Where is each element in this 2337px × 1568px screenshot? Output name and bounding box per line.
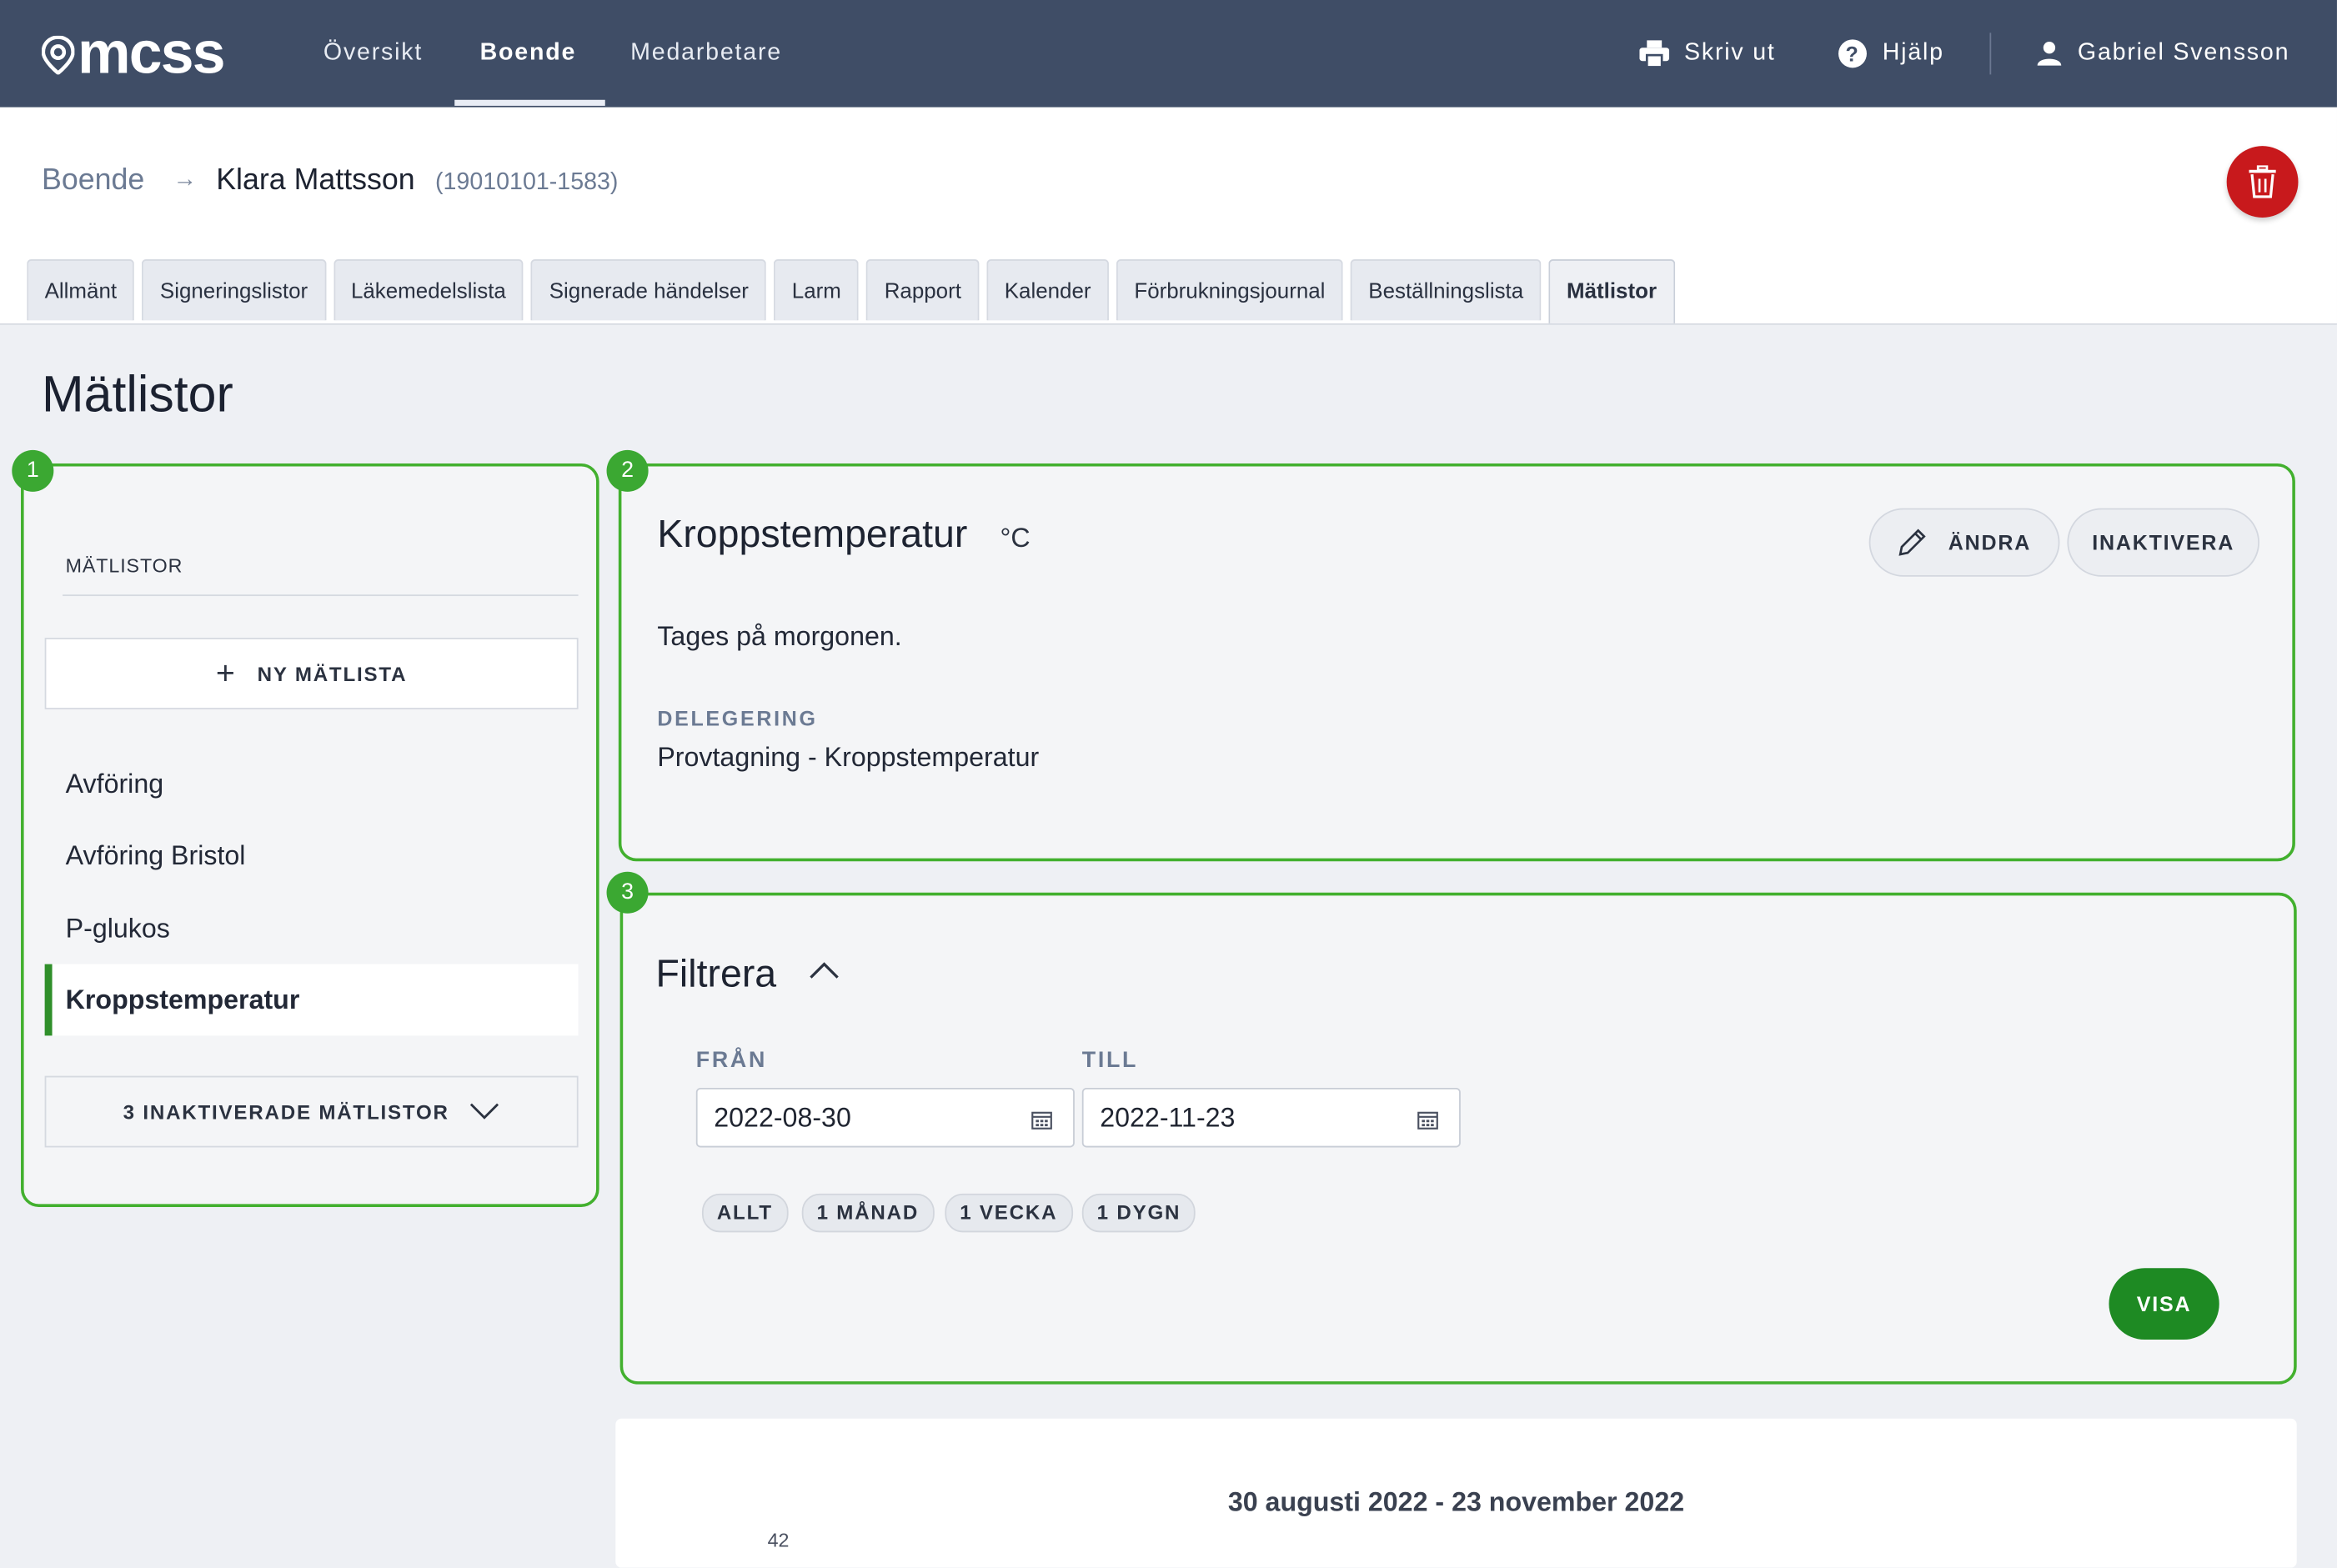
user-menu[interactable]: Gabriel Svensson: [2036, 0, 2289, 108]
plus-icon: +: [215, 654, 237, 692]
topbar-separator: [1989, 33, 1992, 75]
page-title: Mätlistor: [42, 366, 233, 423]
tab-lakemedelslista[interactable]: Läkemedelslista: [333, 259, 524, 321]
tab-allmant[interactable]: Allmänt: [27, 259, 135, 321]
trash-icon: [2249, 165, 2276, 198]
list-item-p-glukos[interactable]: P-glukos: [45, 893, 579, 964]
tab-forbrukningsjournal[interactable]: Förbrukningsjournal: [1116, 259, 1343, 321]
inactive-lists-toggle[interactable]: 3 INAKTIVERADE MÄTLISTOR: [44, 1075, 579, 1148]
show-button[interactable]: VISA: [2109, 1268, 2219, 1340]
user-icon: [2037, 42, 2062, 66]
logo-text: mcss: [77, 21, 226, 87]
edit-label: ÄNDRA: [1948, 530, 2032, 554]
print-label: Skriv ut: [1683, 40, 1776, 66]
user-name: Gabriel Svensson: [2077, 40, 2290, 66]
edit-button[interactable]: ÄNDRA: [1868, 508, 2060, 577]
results-card: 30 augusti 2022 - 23 november 2022 42: [615, 1418, 2297, 1568]
to-label: TILL: [1081, 1047, 1139, 1074]
measurement-unit: °C: [1000, 523, 1031, 554]
list-item-avforing-bristol[interactable]: Avföring Bristol: [45, 819, 579, 891]
active-nav-underline: [454, 99, 605, 106]
annotation-badge-3: 3: [606, 871, 649, 914]
to-date-input[interactable]: 2022-11-23: [1081, 1087, 1461, 1148]
calendar-icon[interactable]: [1031, 1110, 1052, 1130]
delegation-label: DELEGERING: [657, 706, 818, 730]
resident-tabs: Allmänt Signeringslistor Läkemedelslista…: [27, 259, 1682, 323]
chart-axis-tick: 42: [767, 1529, 790, 1551]
nav-oversikt[interactable]: Översikt: [323, 0, 423, 108]
quick-filter-allt[interactable]: ALLT: [701, 1193, 788, 1233]
tab-matlistor[interactable]: Mätlistor: [1548, 259, 1675, 323]
annotation-badge-1: 1: [12, 449, 54, 492]
annotation-badge-2: 2: [606, 449, 649, 492]
list-heading: MÄTLISTOR: [65, 554, 183, 577]
delete-button[interactable]: [2226, 146, 2299, 218]
divider: [63, 594, 579, 597]
chevron-up-icon[interactable]: [808, 959, 840, 980]
measurement-detail-panel: Kroppstemperatur °C ÄNDRA INAKTIVERA Tag…: [618, 463, 2295, 862]
filter-panel: Filtrera FRÅN TILL 2022-08-30 2022-11-23…: [619, 892, 2297, 1385]
logo-pin-icon: [42, 35, 75, 74]
help-label: Hjälp: [1882, 40, 1944, 66]
nav-boende[interactable]: Boende: [480, 0, 577, 108]
tab-larm[interactable]: Larm: [774, 259, 860, 321]
measurement-list-panel: MÄTLISTOR + NY MÄTLISTA Avföring Avförin…: [21, 463, 599, 1207]
breadcrumb-arrow-icon: →: [173, 167, 197, 193]
tab-signerade-handelser[interactable]: Signerade händelser: [531, 259, 767, 321]
tab-rapport[interactable]: Rapport: [866, 259, 980, 321]
chevron-down-icon: [470, 1103, 499, 1120]
inactive-lists-label: 3 INAKTIVERADE MÄTLISTOR: [123, 1100, 449, 1123]
quick-filter-1-vecka[interactable]: 1 VECKA: [945, 1193, 1073, 1233]
list-item-kroppstemperatur[interactable]: Kroppstemperatur: [44, 964, 579, 1036]
measurement-title: Kroppstemperatur: [657, 511, 968, 556]
from-date-input[interactable]: 2022-08-30: [695, 1087, 1075, 1148]
quick-filter-1-manad[interactable]: 1 MÅNAD: [801, 1193, 934, 1233]
help-icon: ?: [1838, 39, 1867, 68]
top-navigation-bar: mcss Översikt Boende Medarbetare Skriv u…: [0, 0, 2337, 108]
delegation-value: Provtagning - Kroppstemperatur: [657, 742, 1040, 772]
calendar-icon[interactable]: [1417, 1110, 1438, 1130]
printer-icon: [1639, 40, 1670, 68]
new-button-label: NY MÄTLISTA: [257, 662, 408, 685]
new-measurement-list-button[interactable]: + NY MÄTLISTA: [44, 638, 579, 709]
deactivate-button[interactable]: INAKTIVERA: [2067, 508, 2260, 577]
list-item-avforing[interactable]: Avföring: [45, 748, 579, 819]
nav-medarbetare[interactable]: Medarbetare: [630, 0, 782, 108]
help-button[interactable]: ? Hjälp: [1838, 0, 1944, 108]
pencil-icon: [1898, 529, 1927, 556]
resident-name: Klara Mattsson: [216, 163, 415, 197]
from-label: FRÅN: [695, 1047, 768, 1074]
results-date-range: 30 augusti 2022 - 23 november 2022: [1227, 1487, 1685, 1517]
tab-bestallningslista[interactable]: Beställningslista: [1350, 259, 1542, 321]
svg-text:?: ?: [1845, 43, 1859, 66]
mcss-logo[interactable]: mcss: [42, 21, 226, 88]
measurement-description: Tages på morgonen.: [657, 621, 902, 652]
tab-signeringslistor[interactable]: Signeringslistor: [142, 259, 326, 321]
breadcrumb-boende[interactable]: Boende: [42, 164, 144, 198]
resident-personal-id: (19010101-1583): [434, 169, 619, 196]
quick-filter-1-dygn[interactable]: 1 DYGN: [1081, 1193, 1196, 1233]
filter-title[interactable]: Filtrera: [656, 950, 777, 996]
print-button[interactable]: Skriv ut: [1639, 0, 1775, 108]
tab-kalender[interactable]: Kalender: [986, 259, 1109, 321]
